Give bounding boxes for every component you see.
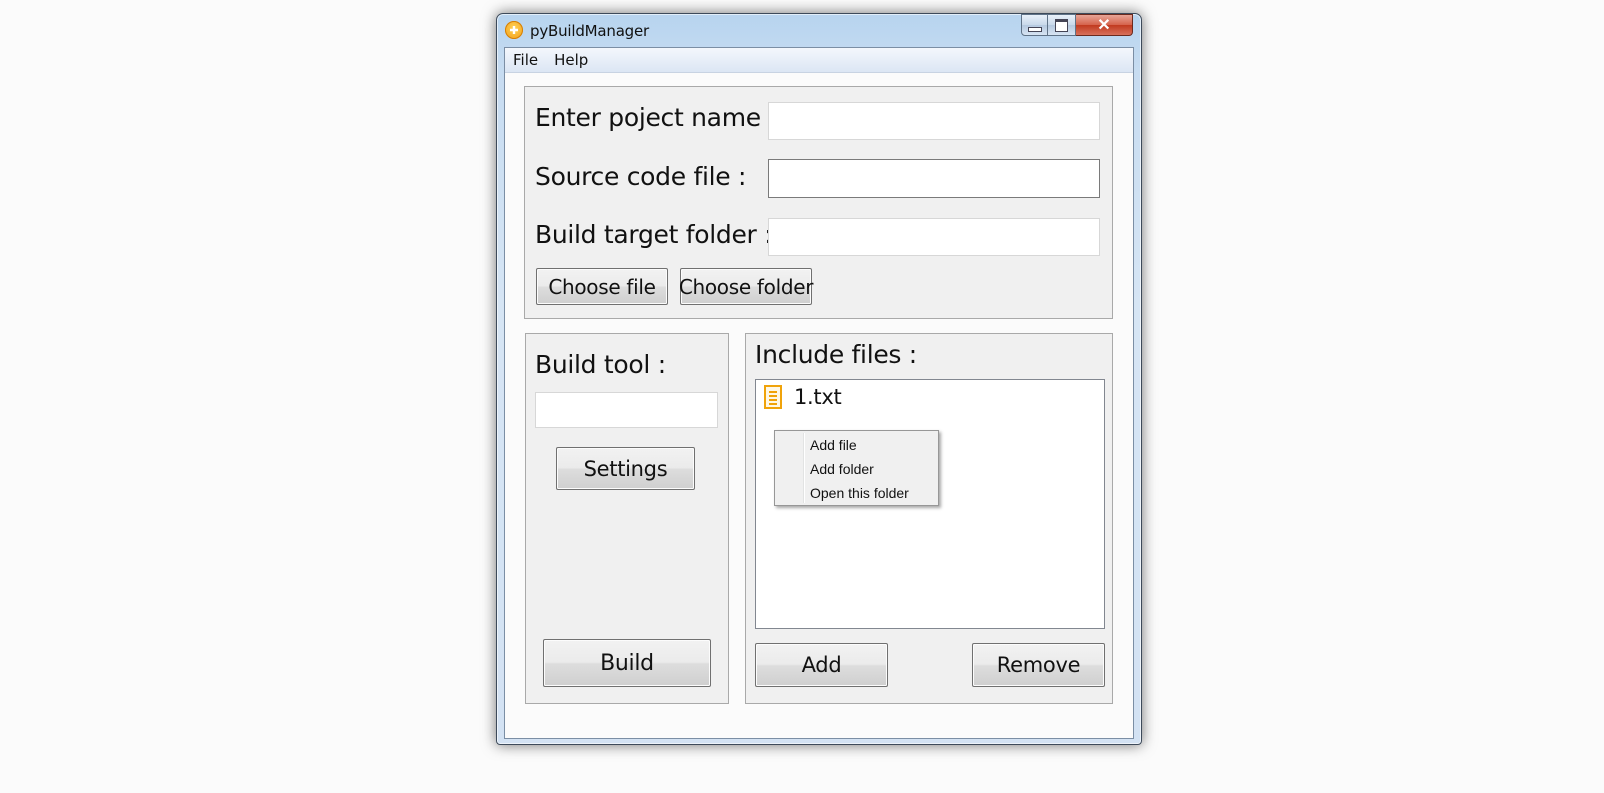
maximize-button[interactable] (1048, 14, 1076, 36)
add-button[interactable]: Add (755, 643, 888, 687)
include-files-group: Include files : 1.txt Add file Add folde… (745, 333, 1113, 704)
list-item[interactable]: 1.txt (756, 380, 1104, 414)
choose-file-button[interactable]: Choose file (536, 268, 668, 305)
menu-bar: File Help (505, 48, 1133, 73)
menu-item-open-folder[interactable]: Open this folder (810, 485, 909, 501)
build-tool-label: Build tool : (535, 350, 666, 379)
app-icon (505, 21, 523, 39)
remove-button[interactable]: Remove (972, 643, 1105, 687)
build-tool-group: Build tool : Settings Build (525, 333, 729, 704)
source-file-label: Source code file : (535, 162, 747, 191)
minimize-icon (1027, 26, 1042, 32)
menu-file[interactable]: File (505, 51, 546, 69)
close-icon: ✕ (1097, 17, 1111, 34)
target-folder-label: Build target folder : (535, 220, 773, 249)
build-tool-field[interactable] (535, 392, 718, 428)
app-window: pyBuildManager ✕ File Help Enter poject … (496, 13, 1142, 745)
project-name-label: Enter poject name : (535, 103, 777, 132)
settings-button[interactable]: Settings (556, 447, 695, 490)
context-menu: Add file Add folder Open this folder (774, 430, 939, 506)
caption-buttons: ✕ (1021, 14, 1133, 36)
menu-help[interactable]: Help (546, 51, 596, 69)
minimize-button[interactable] (1021, 14, 1048, 36)
build-button[interactable]: Build (543, 639, 711, 687)
source-file-field[interactable] (768, 159, 1100, 198)
project-name-field[interactable] (768, 102, 1100, 140)
include-files-list[interactable]: 1.txt Add file Add folder Open this fold… (755, 379, 1105, 629)
menu-item-add-file[interactable]: Add file (810, 437, 857, 453)
choose-folder-button[interactable]: Choose folder (679, 268, 813, 305)
project-settings-group: Enter poject name : Source code file : B… (524, 86, 1113, 319)
file-name: 1.txt (794, 385, 842, 409)
target-folder-field[interactable] (768, 218, 1100, 256)
client-area: File Help Enter poject name : Source cod… (504, 47, 1134, 739)
close-button[interactable]: ✕ (1076, 14, 1133, 36)
include-files-label: Include files : (755, 340, 917, 369)
maximize-icon (1055, 18, 1068, 32)
menu-item-add-folder[interactable]: Add folder (810, 461, 874, 477)
window-title: pyBuildManager (530, 22, 650, 40)
text-file-icon (764, 385, 782, 409)
title-bar[interactable]: pyBuildManager ✕ (497, 14, 1141, 46)
